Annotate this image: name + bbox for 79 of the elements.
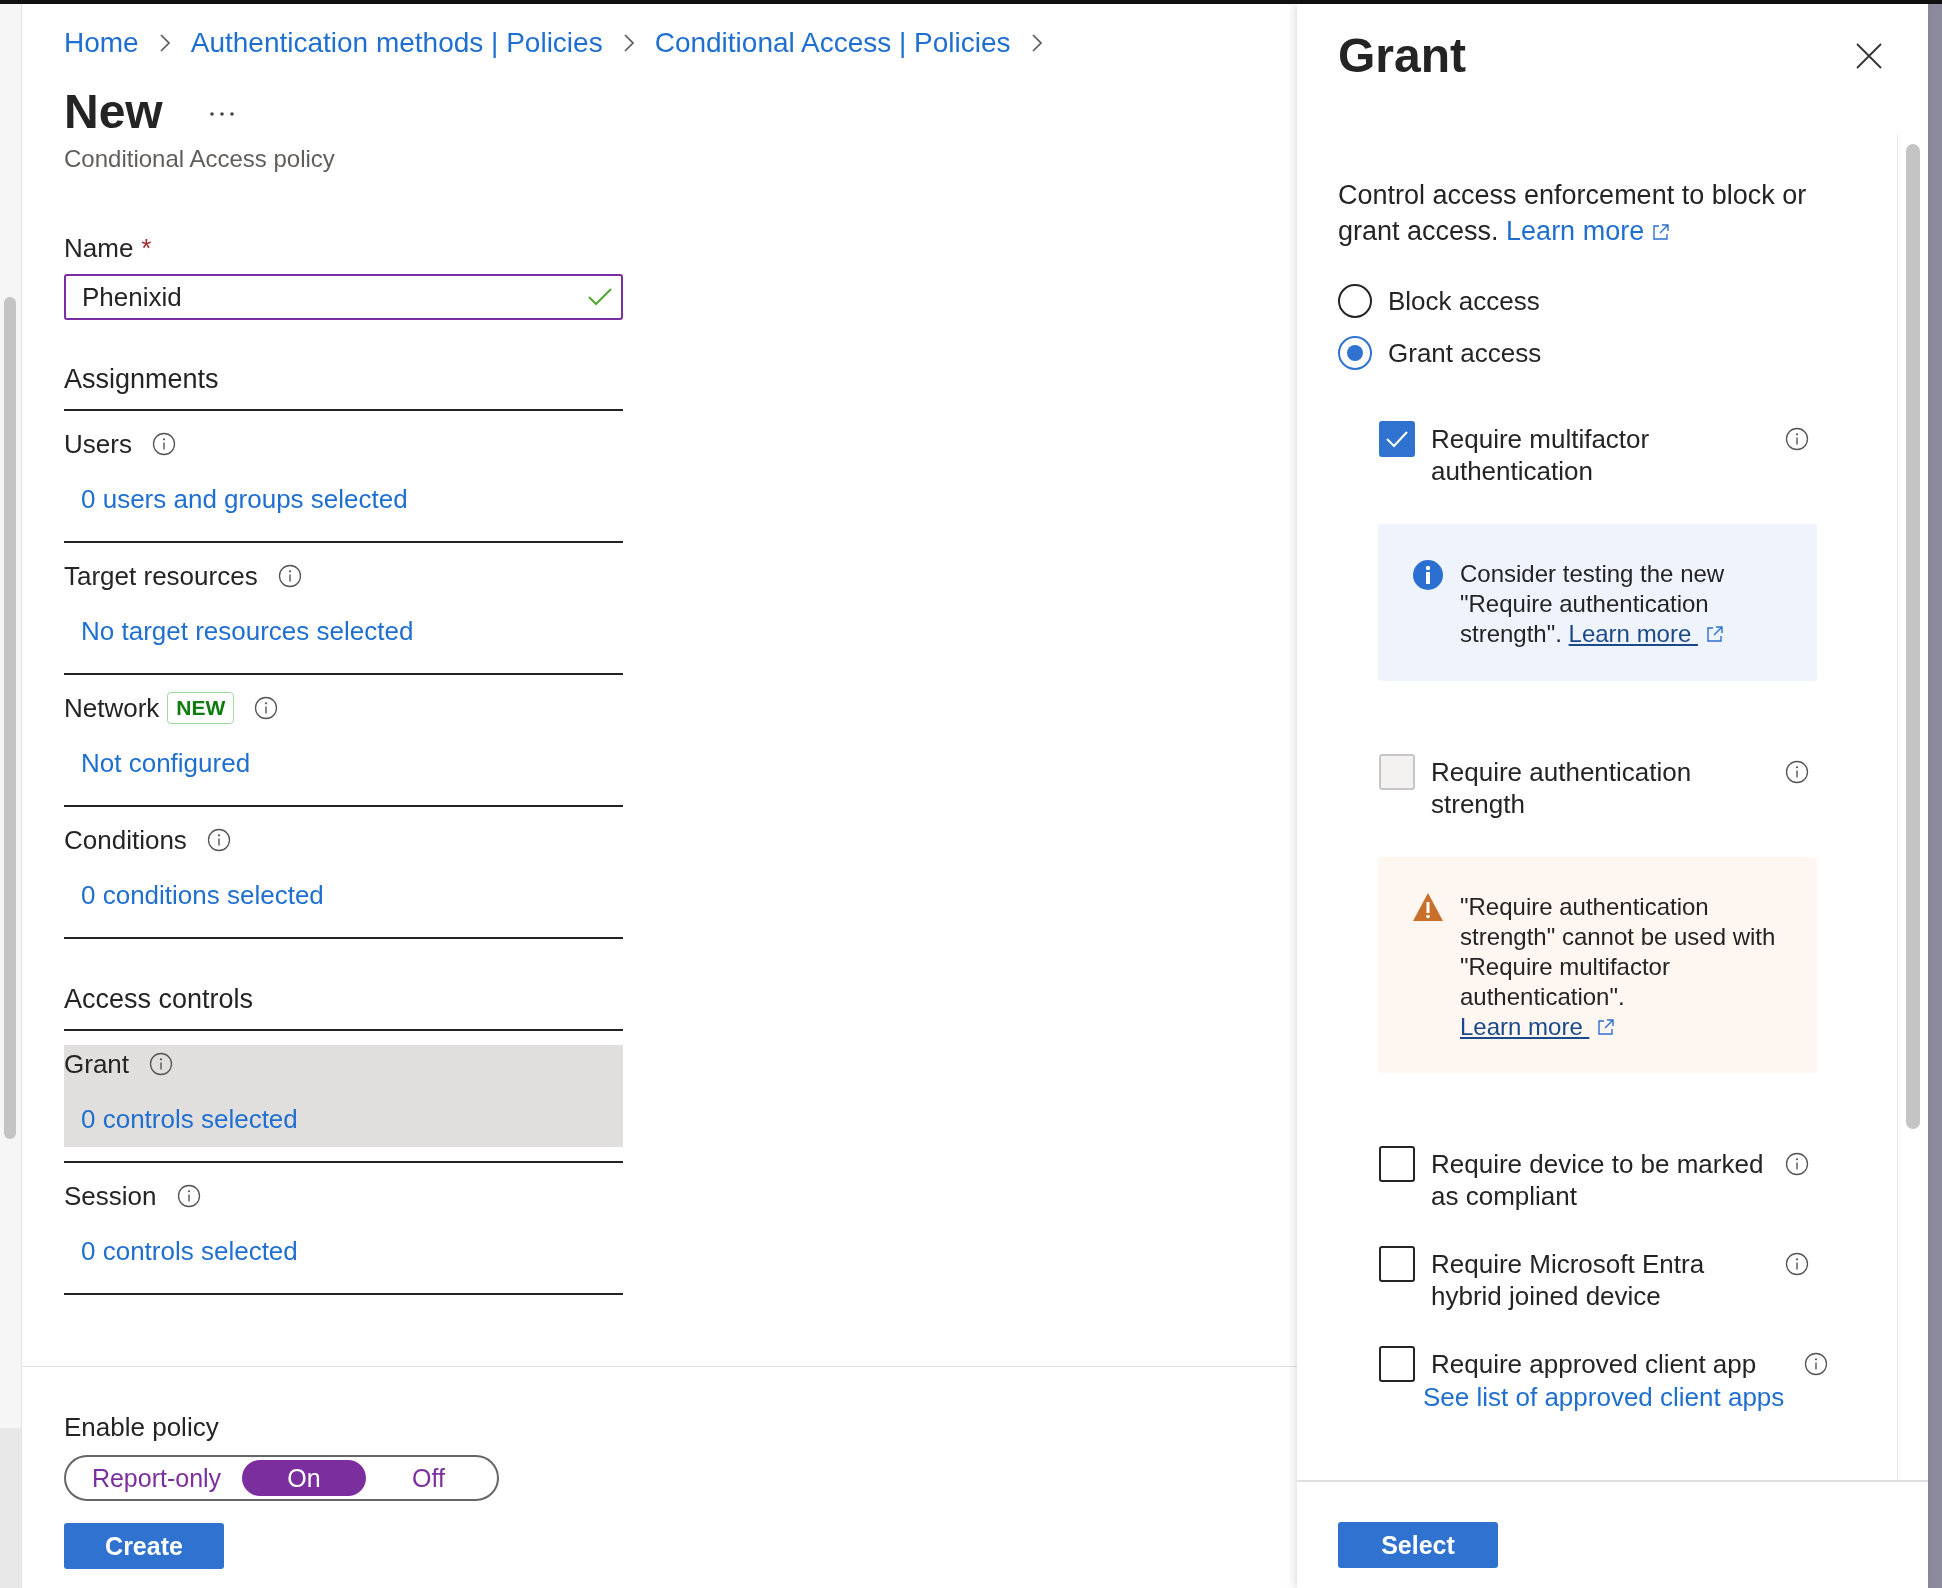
policy-setting-row[interactable]: Target resources No target resources selected (64, 557, 623, 659)
info-icon[interactable] (277, 564, 302, 588)
radio-label[interactable]: Block access (1388, 285, 1540, 317)
external-link-icon (1652, 223, 1671, 241)
setting-link[interactable]: No target resources selected (81, 615, 414, 647)
learn-more-link[interactable]: Learn more (1506, 216, 1671, 246)
checkmark-icon (1385, 429, 1409, 449)
create-button[interactable]: Create (64, 1523, 224, 1569)
toggle-option[interactable]: Report-only (71, 1460, 242, 1496)
info-icon[interactable] (206, 828, 231, 852)
section-heading: Access controls (64, 982, 623, 1031)
radio-label[interactable]: Grant access (1388, 337, 1542, 369)
approved-apps-link[interactable]: See list of approved client apps (1423, 1380, 1785, 1414)
checkbox[interactable] (1379, 1246, 1415, 1282)
setting-label: Session (64, 1180, 157, 1212)
page-title: New (64, 84, 163, 140)
field-label: Name (64, 232, 134, 264)
setting-label: Network (64, 692, 160, 724)
setting-link[interactable]: 0 users and groups selected (81, 483, 408, 515)
breadcrumb-link[interactable]: Authentication methods | Policies (190, 27, 603, 59)
chevron-right-icon (1030, 33, 1043, 53)
section-heading: Assignments (64, 362, 623, 411)
radio-button[interactable] (1338, 284, 1372, 318)
info-icon[interactable] (1785, 760, 1809, 784)
setting-link[interactable]: 0 conditions selected (81, 879, 324, 911)
info-icon[interactable] (1785, 427, 1809, 451)
setting-label: Users (64, 428, 132, 460)
chevron-right-icon (622, 33, 635, 53)
external-link-icon (1597, 1018, 1616, 1036)
setting-label: Target resources (64, 560, 258, 592)
info-icon (1412, 559, 1444, 591)
info-icon[interactable] (1785, 1252, 1809, 1276)
setting-label: Grant (64, 1048, 130, 1080)
info-icon[interactable] (176, 1184, 201, 1208)
scrollbar-thumb[interactable] (4, 297, 16, 1139)
scrollbar-thumb[interactable] (1906, 144, 1920, 1129)
checkbox-label[interactable]: Require Microsoft Entra hybrid joined device (1431, 1248, 1765, 1312)
learn-more-link[interactable]: Learn more (1568, 620, 1724, 647)
chevron-right-icon (158, 33, 171, 53)
policy-setting-row[interactable]: Users 0 users and groups selected (64, 425, 623, 527)
warning-icon (1412, 892, 1444, 922)
radio-button[interactable] (1338, 336, 1372, 370)
setting-link[interactable]: 0 controls selected (81, 1235, 298, 1267)
info-icon[interactable] (1785, 1152, 1809, 1176)
panel-title: Grant (1338, 28, 1467, 84)
info-icon[interactable] (1804, 1352, 1829, 1376)
external-link-icon (1706, 625, 1724, 643)
policy-setting-row[interactable]: Network NEW Not configured (64, 689, 623, 791)
page-subtitle: Conditional Access policy (64, 144, 336, 174)
notice-text: "Require authentication strength" cannot be used with "Require multifactor authentication". Learn more (1460, 892, 1777, 1042)
close-icon[interactable] (1856, 43, 1882, 69)
checkbox-label[interactable]: Require approved client app (1431, 1348, 1757, 1380)
more-icon[interactable] (208, 111, 235, 117)
name-input-field[interactable]: Phenixid (64, 274, 623, 320)
field-label: Enable policy (64, 1411, 220, 1443)
checkbox[interactable] (1379, 1146, 1415, 1182)
breadcrumb-link[interactable]: Home (64, 27, 139, 59)
policy-setting-row[interactable]: Conditions 0 conditions selected (64, 821, 623, 923)
setting-label: Conditions (64, 824, 187, 856)
breadcrumb-link[interactable]: Conditional Access | Policies (654, 27, 1011, 59)
checkbox[interactable] (1379, 421, 1415, 457)
checkbox[interactable] (1379, 1346, 1415, 1382)
learn-more-link[interactable]: Learn more (1460, 1013, 1616, 1040)
setting-link[interactable]: Not configured (81, 747, 251, 779)
panel-description: Control access enforcement to block or grant access. Learn more (1338, 179, 1808, 248)
toggle-option[interactable]: Off (366, 1460, 491, 1496)
notice-text: Consider testing the new "Require authentication strength". Learn more (1460, 559, 1726, 649)
policy-setting-row[interactable]: Grant 0 controls selected (64, 1045, 623, 1147)
toggle-option[interactable]: On (242, 1460, 366, 1496)
checkbox-label[interactable]: Require multifactor authentication (1431, 423, 1765, 487)
policy-setting-row[interactable]: Session 0 controls selected (64, 1177, 623, 1279)
setting-link[interactable]: 0 controls selected (81, 1103, 298, 1135)
select-button[interactable]: Select (1338, 1522, 1498, 1568)
checkbox-label[interactable]: Require device to be marked as compliant (1431, 1148, 1765, 1212)
info-icon[interactable] (151, 432, 176, 456)
required-mark: * (141, 232, 152, 264)
new-badge: NEW (167, 692, 235, 724)
info-icon[interactable] (254, 696, 279, 720)
info-icon[interactable] (149, 1052, 174, 1076)
